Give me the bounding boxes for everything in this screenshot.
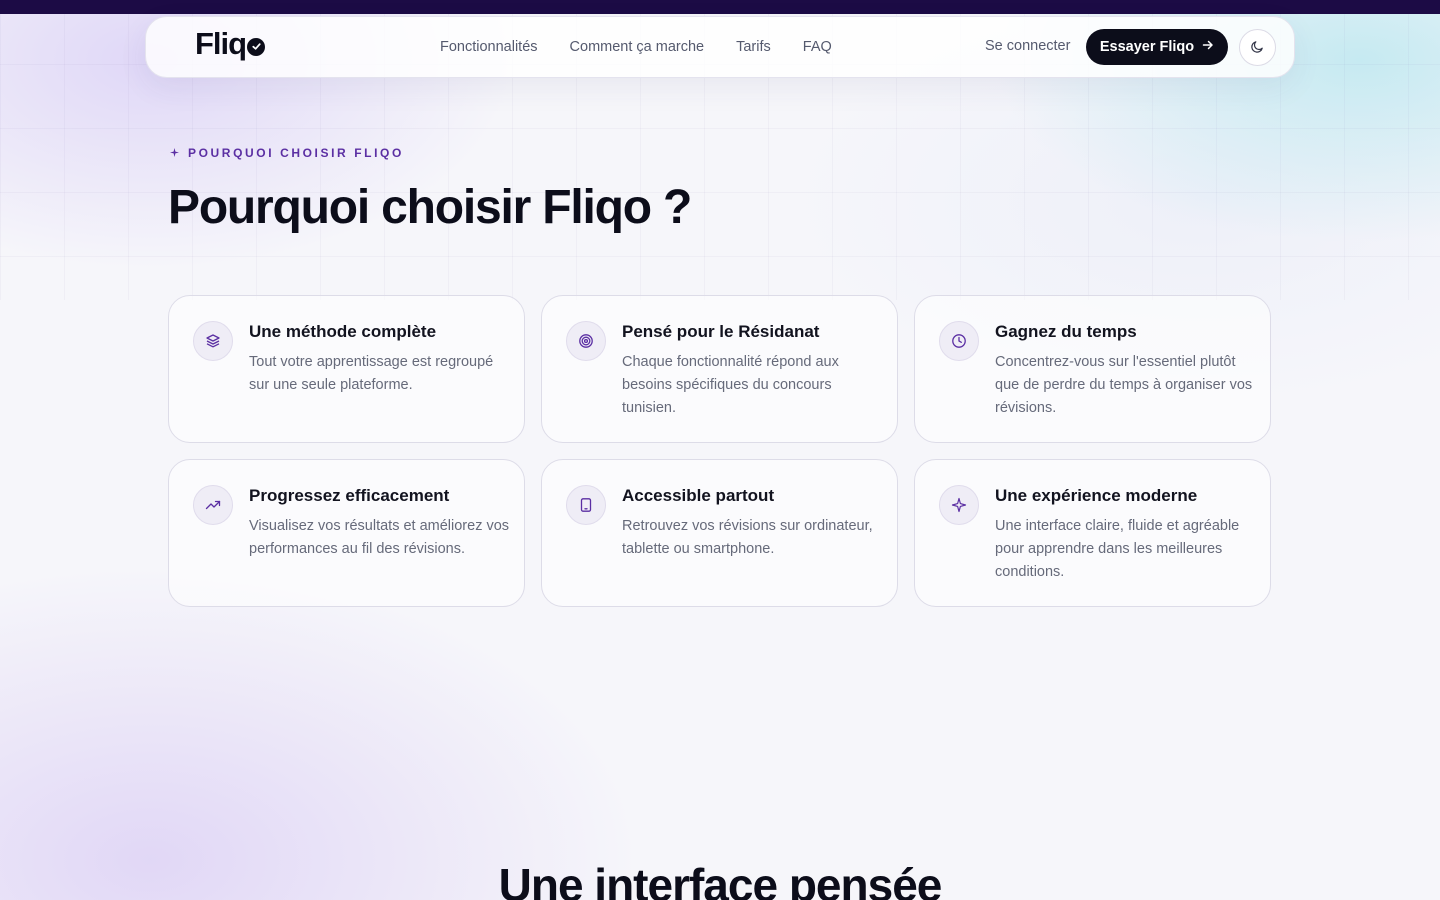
feature-title: Progressez efficacement xyxy=(249,486,450,505)
nav-link-faq[interactable]: FAQ xyxy=(803,39,832,55)
feature-title: Gagnez du temps xyxy=(995,322,1137,341)
next-section-title: Une interface pensée xyxy=(498,859,943,900)
feature-card: Accessible partout Retrouvez vos révisio… xyxy=(541,459,898,607)
eyebrow-label: POURQUOI CHOISIR FLIQO xyxy=(188,146,404,160)
try-fliqo-button[interactable]: Essayer Fliqo xyxy=(1086,29,1228,65)
feature-text: Chaque fonctionnalité répond aux besoins… xyxy=(622,354,839,416)
top-bar xyxy=(0,0,1440,14)
moon-icon xyxy=(1250,39,1265,57)
login-link[interactable]: Se connecter xyxy=(985,38,1070,54)
clock-icon xyxy=(939,321,979,361)
arrow-right-icon xyxy=(1202,39,1214,55)
feature-card: Progressez efficacement Visualisez vos r… xyxy=(168,459,525,607)
layers-icon xyxy=(193,321,233,361)
features-grid: Une méthode complète Tout votre apprenti… xyxy=(168,295,1271,607)
target-icon xyxy=(566,321,606,361)
feature-card: Gagnez du temps Concentrez-vous sur l'es… xyxy=(914,295,1271,443)
trending-up-icon xyxy=(193,485,233,525)
feature-title: Une expérience moderne xyxy=(995,486,1198,505)
section-eyebrow: POURQUOI CHOISIR FLIQO xyxy=(170,146,404,160)
logo-text: Fliq xyxy=(195,26,247,61)
feature-text: Retrouvez vos révisions sur ordinateur, … xyxy=(622,518,873,557)
nav-link-comment-ca-marche[interactable]: Comment ça marche xyxy=(570,39,705,55)
try-fliqo-label: Essayer Fliqo xyxy=(1099,39,1195,55)
feature-title: Pensé pour le Résidanat xyxy=(622,322,820,341)
check-icon xyxy=(247,37,266,56)
nav-links: Fonctionnalités Comment ça marche Tarifs… xyxy=(440,17,832,77)
feature-card: Une méthode complète Tout votre apprenti… xyxy=(168,295,525,443)
sparkle-small-icon xyxy=(170,146,179,160)
section-title: Pourquoi choisir Fliqo ? xyxy=(168,181,692,234)
feature-text: Une interface claire, fluide et agréable… xyxy=(995,518,1240,580)
feature-card: Pensé pour le Résidanat Chaque fonctionn… xyxy=(541,295,898,443)
feature-title: Une méthode complète xyxy=(249,322,437,341)
navbar: Fliq Fonctionnalités Comment ça marche T… xyxy=(145,16,1295,78)
theme-toggle-button[interactable] xyxy=(1239,29,1276,66)
nav-link-tarifs[interactable]: Tarifs xyxy=(736,39,771,55)
feature-text: Visualisez vos résultats et améliorez vo… xyxy=(249,518,510,557)
why-fliqo-section: POURQUOI CHOISIR FLIQO Pourquoi choisir … xyxy=(0,0,1440,900)
nav-link-fonctionnalites[interactable]: Fonctionnalités xyxy=(440,39,538,55)
logo[interactable]: Fliq xyxy=(195,26,266,62)
tablet-icon xyxy=(566,485,606,525)
feature-text: Concentrez-vous sur l'essentiel plutôt q… xyxy=(995,354,1253,416)
feature-text: Tout votre apprentissage est regroupé su… xyxy=(249,354,494,393)
sparkle-icon xyxy=(939,485,979,525)
feature-title: Accessible partout xyxy=(622,486,775,505)
feature-card: Une expérience moderne Une interface cla… xyxy=(914,459,1271,607)
